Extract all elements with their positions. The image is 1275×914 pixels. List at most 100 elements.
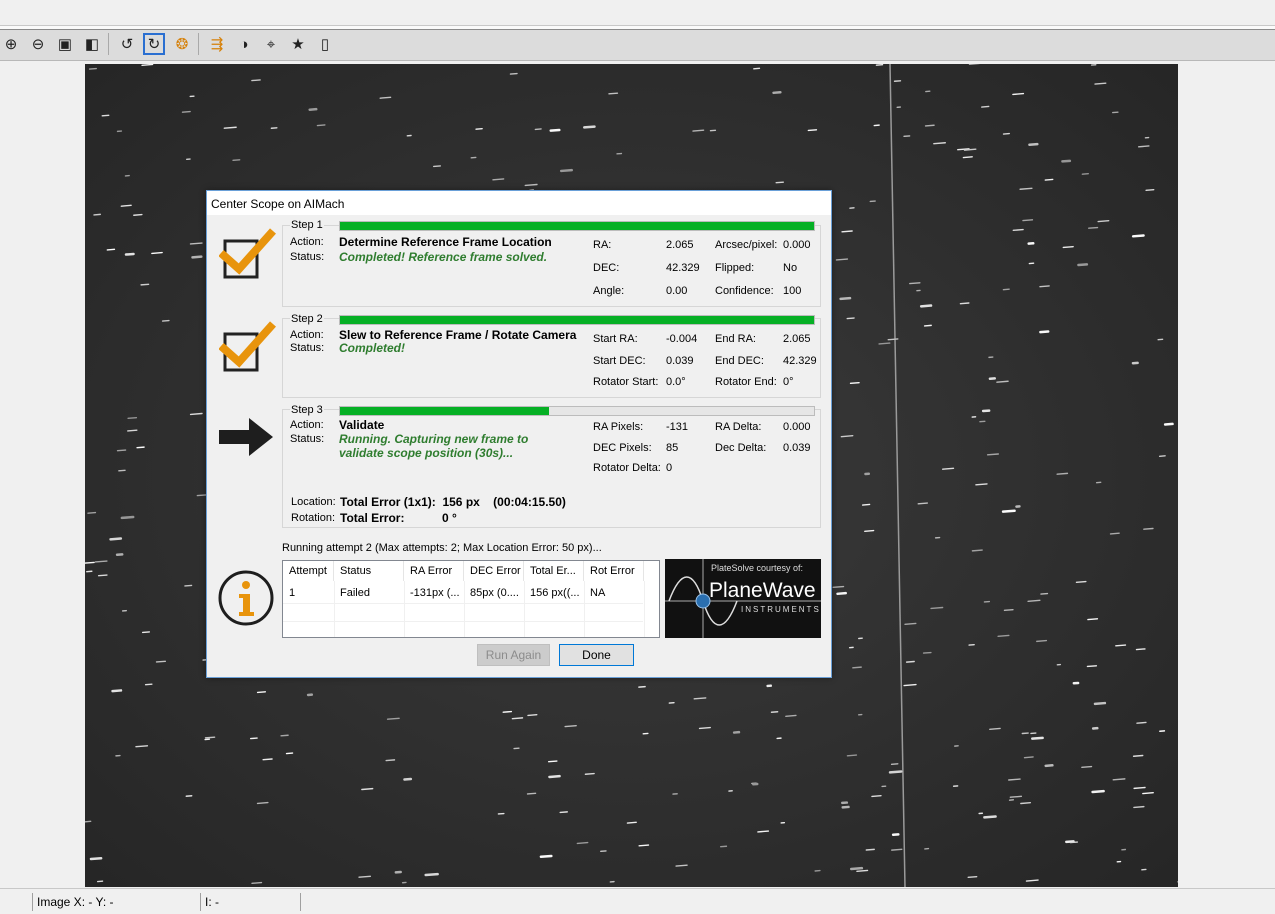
star-streak: [317, 125, 324, 126]
star-streak: [88, 513, 95, 514]
step3-progress: [339, 406, 815, 416]
star-streak: [786, 715, 796, 716]
star-streak: [434, 166, 441, 167]
star-streak: [128, 418, 136, 419]
star-streak: [988, 454, 999, 455]
star-streak: [676, 865, 687, 866]
star-streak: [847, 755, 856, 756]
cell-rot-error[interactable]: NA: [584, 583, 644, 603]
star-streak: [841, 436, 852, 437]
star-streak: [152, 253, 162, 254]
rotation-value: 0 °: [442, 511, 457, 525]
cell-status[interactable]: Failed: [334, 583, 404, 603]
auto-stretch-icon[interactable]: ❂: [171, 33, 193, 55]
grid-line: [334, 581, 335, 637]
step2-end-ra-value: 2.065: [783, 333, 811, 345]
rotation-label: Rotation:: [291, 512, 335, 524]
info-icon: [217, 568, 277, 631]
rotate-right-icon[interactable]: ↻: [143, 33, 165, 55]
star-streak: [1029, 144, 1037, 145]
star-streak: [918, 503, 927, 504]
star-streak: [694, 698, 706, 699]
star-streak: [1143, 793, 1153, 794]
done-button[interactable]: Done: [559, 644, 634, 666]
step1-arcsec-label: Arcsec/pixel:: [715, 239, 777, 251]
star-icon[interactable]: ★: [287, 33, 309, 55]
left-gutter: [0, 61, 85, 887]
cell-total-error[interactable]: 156 px((...: [524, 583, 584, 603]
column-header-ra-error[interactable]: RA Error: [404, 561, 464, 581]
cell-dec-error[interactable]: 85px (0....: [464, 583, 524, 603]
step3-dec-pixels-label: DEC Pixels:: [593, 442, 652, 454]
zoom-fit-icon[interactable]: ▣: [54, 33, 76, 55]
run-again-button[interactable]: Run Again: [477, 644, 550, 666]
star-streak: [1139, 146, 1149, 147]
step3-action-value: Validate: [339, 418, 384, 432]
crosshair-icon[interactable]: ⌖: [260, 33, 282, 55]
intensity-readout: I: -: [200, 893, 299, 911]
star-streak: [997, 381, 1008, 382]
column-header-attempt[interactable]: Attempt: [283, 561, 334, 581]
star-streak: [931, 607, 943, 608]
step2-start-ra-label: Start RA:: [593, 333, 638, 345]
step3-dec-delta-label: Dec Delta:: [715, 442, 766, 454]
panel-icon[interactable]: ▯: [314, 33, 336, 55]
star-streak: [584, 127, 594, 128]
star-streak: [503, 712, 511, 713]
star-streak: [191, 413, 202, 414]
star-streak: [841, 298, 850, 299]
star-streak: [907, 662, 915, 663]
star-streak: [774, 92, 781, 93]
zoom-in-icon[interactable]: ⊕: [0, 33, 22, 55]
star-streak: [1098, 221, 1109, 222]
star-streak: [833, 587, 843, 588]
step3-ra-pixels-value: -131: [666, 421, 688, 433]
column-header-dec-error[interactable]: DEC Error: [464, 561, 524, 581]
star-streak: [1134, 807, 1144, 808]
star-streak: [1013, 94, 1024, 95]
star-streak: [872, 796, 881, 797]
star-streak: [90, 69, 97, 70]
grid-line: [283, 603, 643, 604]
star-streak: [359, 876, 370, 877]
star-streak: [258, 803, 268, 804]
star-streak: [842, 231, 852, 232]
step1-label: Step 1: [290, 219, 324, 231]
star-streak: [386, 760, 394, 761]
star-streak: [91, 858, 101, 859]
star-streak: [281, 735, 288, 736]
rotate-left-icon[interactable]: ↺: [116, 33, 138, 55]
grid-line: [283, 621, 643, 622]
star-streak: [965, 149, 976, 150]
column-header-status[interactable]: Status: [334, 561, 404, 581]
step3-status-label: Status:: [290, 433, 324, 445]
histogram-icon[interactable]: ⇶: [206, 33, 228, 55]
column-header-total-error[interactable]: Total Er...: [524, 561, 584, 581]
cell-ra-error[interactable]: -131px (...: [404, 583, 464, 603]
star-streak: [693, 130, 704, 131]
star-streak: [990, 728, 1000, 729]
dialog-title: Center Scope on AIMach: [211, 196, 827, 212]
zoom-out-icon[interactable]: ⊖: [27, 33, 49, 55]
step3-ra-delta-label: RA Delta:: [715, 421, 761, 433]
step3-ra-pixels-label: RA Pixels:: [593, 421, 643, 433]
star-streak: [233, 160, 240, 161]
star-streak: [1040, 286, 1049, 287]
cell-attempt[interactable]: 1: [283, 583, 334, 603]
star-streak: [1025, 757, 1034, 758]
step3-progress-fill: [340, 407, 549, 415]
rotation-title: Total Error:: [340, 511, 404, 525]
step1-action-label: Action:: [290, 236, 324, 248]
zoom-actual-icon[interactable]: ◧: [81, 33, 103, 55]
star-streak: [252, 883, 261, 884]
star-streak: [1021, 803, 1031, 804]
star-streak: [380, 97, 390, 98]
column-header-rot-error[interactable]: Rot Error: [584, 561, 644, 581]
contrast-icon[interactable]: ◑: [233, 33, 255, 55]
attempts-table[interactable]: Attempt Status RA Error DEC Error Total …: [282, 560, 660, 638]
star-streak: [910, 283, 920, 284]
star-streak: [128, 430, 137, 431]
step2-progress: [339, 315, 815, 325]
step1-status-label: Status:: [290, 251, 324, 263]
step3-status-line1: Running. Capturing new frame to: [339, 432, 528, 446]
